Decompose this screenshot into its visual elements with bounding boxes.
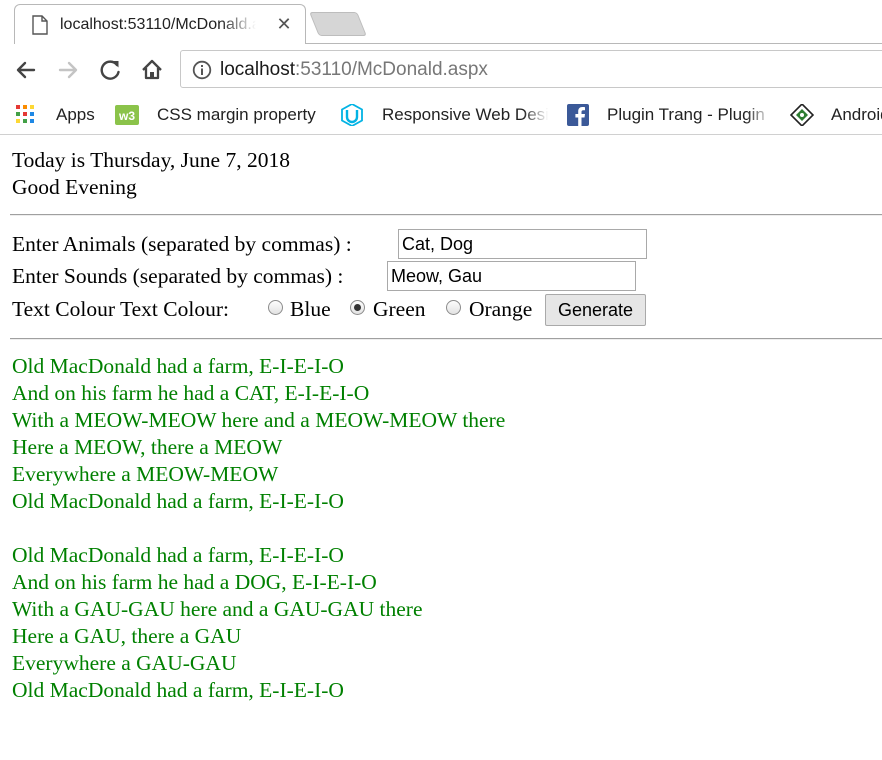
radio-blue[interactable]	[268, 300, 283, 315]
song-line: With a MEOW-MEOW here and a MEOW-MEOW th…	[12, 408, 506, 432]
bookmark-responsive-web-design[interactable]: Responsive Web Design	[340, 102, 550, 128]
forward-arrow-icon[interactable]	[54, 56, 82, 84]
generate-button[interactable]: Generate	[545, 294, 647, 326]
bookmark-plugin-trang[interactable]: Plugin Trang - Plugin	[566, 102, 776, 128]
tab-strip: localhost:53110/McDonald.aspx ✕	[0, 0, 882, 44]
back-arrow-icon[interactable]	[12, 56, 40, 84]
divider	[10, 214, 882, 216]
tab-title: localhost:53110/McDonald.aspx	[60, 16, 256, 33]
info-icon[interactable]	[192, 60, 212, 80]
browser-tab[interactable]: localhost:53110/McDonald.aspx ✕	[14, 4, 306, 44]
song-output: Old MacDonald had a farm, E-I-E-I-O And o…	[12, 353, 505, 731]
song-line: Old MacDonald had a farm, E-I-E-I-O	[12, 489, 344, 513]
song-verse: Old MacDonald had a farm, E-I-E-I-O And o…	[12, 353, 505, 515]
close-icon[interactable]: ✕	[273, 13, 295, 35]
reload-icon[interactable]	[96, 56, 124, 84]
browser-toolbar: localhost:53110/McDonald.aspx	[0, 44, 882, 96]
apps-grid-icon	[16, 105, 34, 123]
song-line: Here a MEOW, there a MEOW	[12, 435, 283, 459]
new-tab-button[interactable]	[309, 12, 367, 36]
bookmark-label: Plugin Trang - Plugin	[607, 105, 765, 124]
url-path: :53110/McDonald.aspx	[295, 59, 488, 80]
animals-input[interactable]	[398, 229, 647, 259]
song-line: Old MacDonald had a farm, E-I-E-I-O	[12, 678, 344, 702]
home-icon[interactable]	[138, 56, 166, 84]
song-line: Everywhere a MEOW-MEOW	[12, 462, 279, 486]
udacity-icon	[341, 104, 363, 126]
song-verse: Old MacDonald had a farm, E-I-E-I-O And o…	[12, 542, 505, 704]
bookmark-apps[interactable]: Apps	[14, 102, 100, 128]
radio-label-green: Green	[373, 297, 426, 321]
address-bar[interactable]: localhost:53110/McDonald.aspx	[180, 50, 882, 88]
w3schools-icon: w3	[115, 105, 139, 125]
bookmark-css-margin[interactable]: w3 CSS margin property	[115, 102, 330, 128]
song-line: Here a GAU, there a GAU	[12, 624, 242, 648]
radio-label-blue: Blue	[290, 297, 331, 321]
song-line: And on his farm he had a CAT, E-I-E-I-O	[12, 381, 370, 405]
song-line: And on his farm he had a DOG, E-I-E-I-O	[12, 570, 377, 594]
date-line: Today is Thursday, June 7, 2018	[12, 148, 290, 172]
bookmark-label: Apps	[56, 105, 95, 124]
radio-label-orange: Orange	[469, 297, 533, 321]
sounds-input[interactable]	[387, 261, 636, 291]
bookmark-android[interactable]: Android	[790, 102, 882, 128]
page-content: Today is Thursday, June 7, 2018 Good Eve…	[0, 135, 882, 760]
bookmark-label: Responsive Web Design	[382, 105, 548, 124]
colour-label: Text Colour Text Colour:	[12, 297, 229, 321]
android-diamond-icon	[790, 104, 814, 126]
radio-orange[interactable]	[446, 300, 461, 315]
song-line: Everywhere a GAU-GAU	[12, 651, 237, 675]
url-host: localhost	[220, 59, 295, 80]
song-line: With a GAU-GAU here and a GAU-GAU there	[12, 597, 423, 621]
radio-green[interactable]	[350, 300, 365, 315]
svg-text:w3: w3	[118, 109, 135, 123]
animals-label: Enter Animals (separated by commas) :	[12, 232, 352, 256]
song-line: Old MacDonald had a farm, E-I-E-I-O	[12, 543, 344, 567]
divider	[10, 338, 882, 340]
bookmark-label: CSS margin property	[157, 105, 316, 124]
greeting-text: Good Evening	[12, 175, 137, 199]
bookmarks-bar: Apps w3 CSS margin property Responsive W…	[0, 96, 882, 135]
sounds-label: Enter Sounds (separated by commas) :	[12, 264, 344, 288]
facebook-icon	[567, 104, 589, 126]
song-line: Old MacDonald had a farm, E-I-E-I-O	[12, 354, 344, 378]
bookmark-label: Android	[831, 105, 882, 124]
page-icon	[32, 15, 48, 35]
url-text: localhost:53110/McDonald.aspx	[220, 59, 488, 81]
